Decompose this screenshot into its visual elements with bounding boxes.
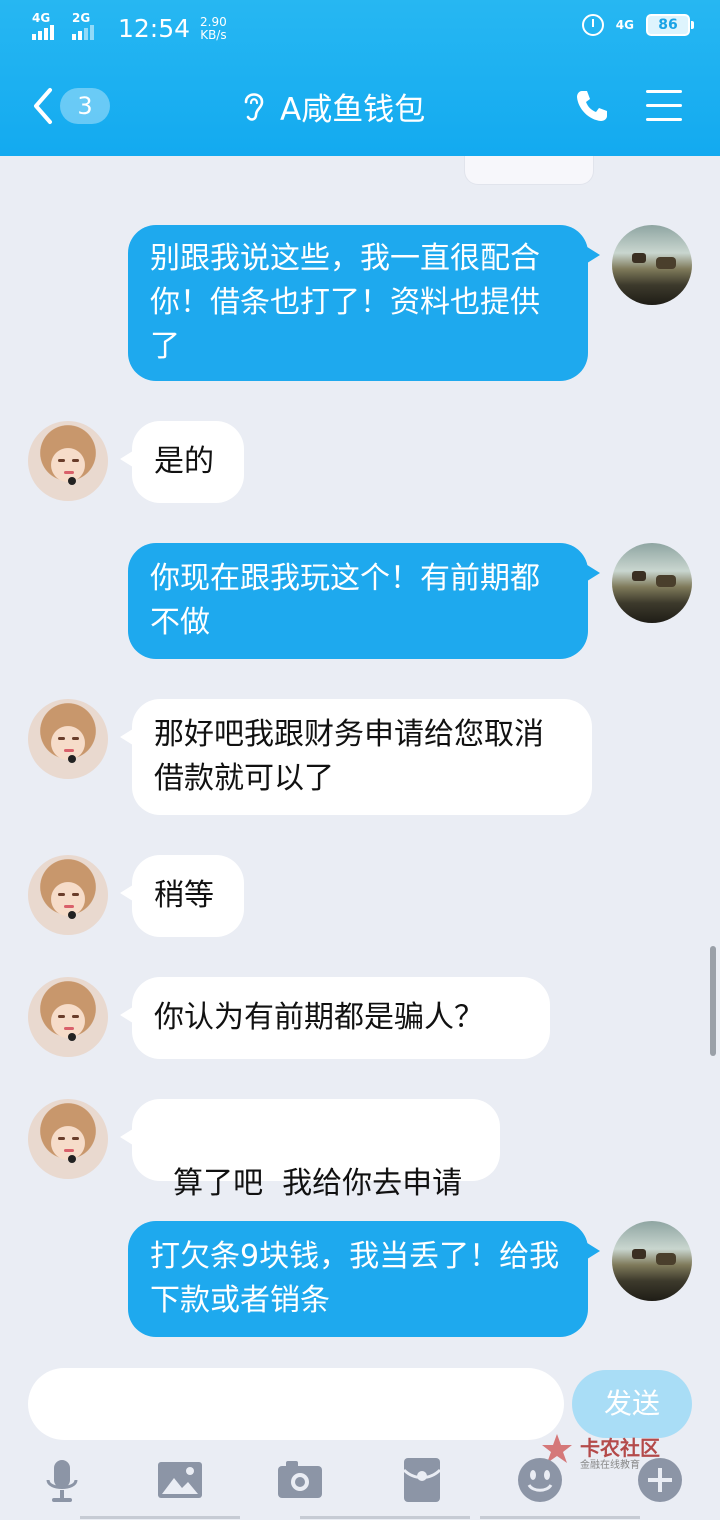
previous-message-bubble-edge [464, 156, 594, 185]
contact-avatar[interactable] [28, 421, 108, 501]
title-area[interactable]: A咸鱼钱包 [240, 84, 425, 128]
network-speed: 2.90 KB/s [200, 16, 227, 42]
battery-level: 86 [658, 17, 678, 33]
message-bubble-outgoing[interactable]: 别跟我说这些，我一直很配合你！借条也打了！资料也提供了 [128, 225, 600, 381]
network-type-1: 4G [32, 11, 51, 25]
call-button[interactable] [574, 88, 610, 128]
message-text: 是的 [154, 444, 214, 479]
message-text: 那好吧我跟财务申请给您取消借款就可以了 [154, 717, 544, 796]
red-packet-icon[interactable] [398, 1456, 446, 1504]
chat-header: 4G 2G 12:54 2.90 KB/s 4G 86 3 A咸鱼钱包 [0, 0, 720, 156]
scrollbar[interactable] [710, 946, 716, 1056]
menu-button[interactable] [646, 90, 682, 121]
message-bubble-incoming[interactable]: 是的 [120, 421, 244, 503]
send-button[interactable]: 发送 [572, 1370, 692, 1438]
ear-icon [244, 93, 264, 121]
status-bar: 4G 2G 12:54 2.90 KB/s 4G 86 [0, 0, 720, 56]
system-nav-indicator [0, 1514, 720, 1520]
contact-avatar[interactable] [28, 699, 108, 779]
alarm-icon [581, 14, 604, 36]
my-avatar[interactable] [612, 543, 692, 623]
camera-icon[interactable] [276, 1456, 324, 1504]
message-text: 你现在跟我玩这个！有前期都不做 [150, 561, 540, 640]
image-icon[interactable] [156, 1456, 204, 1504]
signal-icon: 4G [32, 12, 62, 40]
speed-unit: KB/s [200, 28, 227, 42]
input-toolbar [0, 1446, 720, 1520]
message-bubble-outgoing[interactable]: 你现在跟我玩这个！有前期都不做 [128, 543, 600, 659]
message-text: 稍等 [154, 878, 214, 913]
composer-bar: 发送 卡农社区 金融在线教育 [0, 1356, 720, 1520]
emoji-icon[interactable] [516, 1456, 564, 1504]
contact-avatar[interactable] [28, 1099, 108, 1179]
message-bubble-outgoing[interactable]: 打欠条9块钱，我当丢了！给我下款或者销条 [128, 1221, 600, 1337]
plus-icon[interactable] [636, 1456, 684, 1504]
unread-badge[interactable]: 3 [60, 88, 110, 124]
my-avatar[interactable] [612, 1221, 692, 1301]
chat-title: A咸鱼钱包 [280, 91, 426, 128]
message-bubble-incoming[interactable]: 算了吧 我给你去申请 [120, 1099, 500, 1201]
message-bubble-incoming[interactable]: 稍等 [120, 855, 244, 937]
message-text: 别跟我说这些，我一直很配合你！借条也打了！资料也提供了 [150, 241, 540, 364]
microphone-icon[interactable] [38, 1456, 86, 1504]
message-bubble-incoming[interactable]: 那好吧我跟财务申请给您取消借款就可以了 [120, 699, 592, 815]
battery-icon: 86 [646, 14, 694, 36]
network-type-3: 4G [615, 18, 634, 32]
message-bubble-incoming[interactable]: 你认为有前期都是骗人？ [120, 977, 550, 1059]
message-text: 打欠条9块钱，我当丢了！给我下款或者销条 [150, 1239, 560, 1318]
message-input[interactable] [28, 1368, 564, 1440]
contact-avatar[interactable] [28, 855, 108, 935]
message-text: 算了吧 我给你去申请 [173, 1166, 463, 1201]
contact-avatar[interactable] [28, 977, 108, 1057]
message-text: 你认为有前期都是骗人？ [154, 1000, 484, 1035]
clock: 12:54 [118, 14, 191, 43]
network-type-2: 2G [72, 11, 91, 25]
my-avatar[interactable] [612, 225, 692, 305]
signal-icon-2: 2G [72, 12, 102, 40]
phone-icon [577, 91, 607, 121]
